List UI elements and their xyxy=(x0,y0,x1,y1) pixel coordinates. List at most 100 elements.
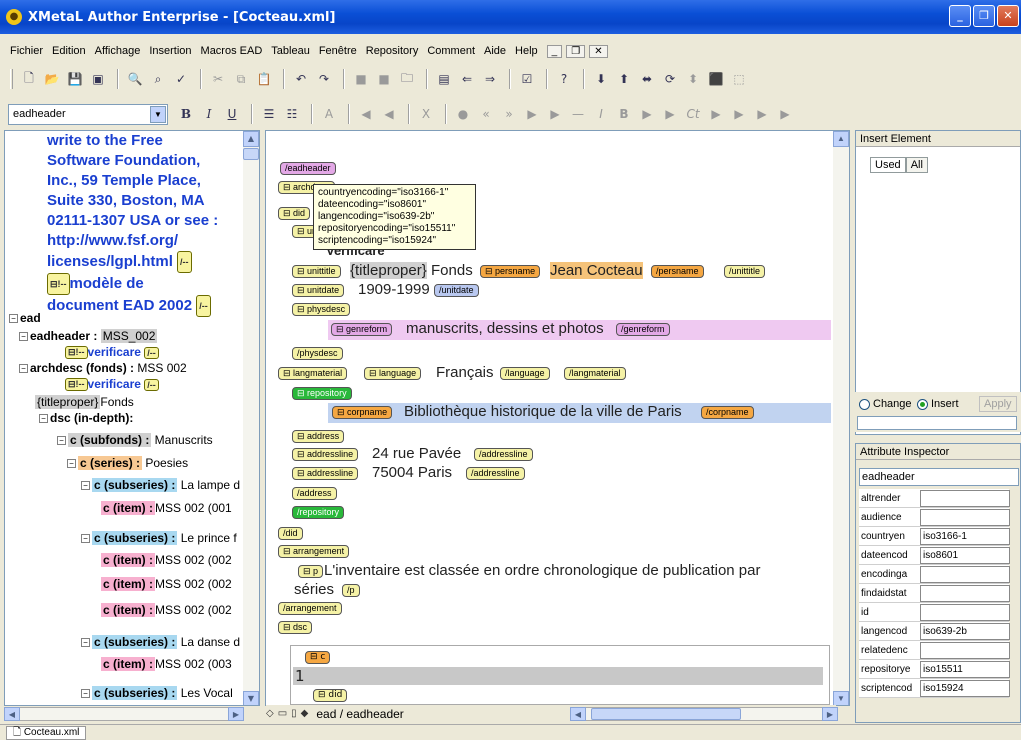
emph-italic-icon[interactable]: I xyxy=(591,104,611,124)
tree-node-eadheader[interactable]: − eadheader : MSS_002 xyxy=(19,329,158,343)
tag-unittitle[interactable]: ⊟ unittitle xyxy=(292,265,341,278)
numbered-list-icon[interactable]: ☰ xyxy=(259,104,279,124)
arrangement-text-1[interactable]: L'inventaire est classée en ordre chrono… xyxy=(324,562,760,579)
addressline-1-value[interactable]: 24 rue Pavée xyxy=(372,445,461,462)
copy-icon[interactable]: ⧉ xyxy=(231,69,251,89)
c-number[interactable]: 1 xyxy=(295,667,305,685)
repository-checkout-icon[interactable]: ⬆ xyxy=(614,69,634,89)
titleproper-text[interactable]: {titleproper} xyxy=(350,262,427,279)
attr-row-encodinganalog[interactable]: encodinga xyxy=(859,565,1010,584)
dash-icon[interactable]: — xyxy=(568,104,588,124)
ead-arrow-icon-7[interactable]: ▶ xyxy=(752,104,772,124)
menu-help[interactable]: Help xyxy=(515,45,538,57)
repository-props-icon[interactable]: ⬚ xyxy=(729,69,749,89)
tag-genreform-end[interactable]: /genreform xyxy=(616,323,670,336)
subscript-icon[interactable]: X xyxy=(416,104,436,124)
tag-did-end[interactable]: /did xyxy=(278,527,303,540)
menu-affichage[interactable]: Affichage xyxy=(95,45,141,57)
document-tree-pane[interactable]: write to the Free Software Foundation, I… xyxy=(4,130,260,706)
tree-node-item-2[interactable]: c (item) : MSS 002 (002 xyxy=(101,553,232,567)
tag-repository-end[interactable]: /repository xyxy=(292,506,345,519)
bullet-list-icon[interactable]: ☷ xyxy=(282,104,302,124)
tag-persname-end[interactable]: /persname xyxy=(651,265,704,278)
save-icon[interactable]: 💾 xyxy=(65,69,85,89)
tag-repository[interactable]: ⊟ repository xyxy=(292,387,352,400)
scroll-left-icon[interactable]: ◀ xyxy=(4,707,20,721)
menu-edition[interactable]: Edition xyxy=(52,45,86,57)
menu-repository[interactable]: Repository xyxy=(366,45,419,57)
attr-row-altrender[interactable]: altrender xyxy=(859,489,1010,508)
tags-on-icon[interactable]: ■ xyxy=(351,69,371,89)
tree-node-series[interactable]: − c (series) : Poesies xyxy=(67,456,188,470)
menu-insertion[interactable]: Insertion xyxy=(149,45,191,57)
tag-genreform[interactable]: ⊟ genreform xyxy=(331,323,393,336)
fonds-text[interactable]: Fonds xyxy=(431,262,473,279)
tag-p-end[interactable]: /p xyxy=(342,584,360,597)
insert-ref-icon[interactable]: ◀ xyxy=(356,104,376,124)
doc-close-button[interactable]: ✕ xyxy=(589,44,608,58)
apply-button[interactable]: Apply xyxy=(979,396,1017,412)
tree-node-subfonds[interactable]: − c (subfonds) : Manuscrits xyxy=(57,433,213,447)
cut-icon[interactable]: ✂ xyxy=(208,69,228,89)
tree-node-subseries-4[interactable]: − c (subseries) : Les Vocal xyxy=(81,686,233,700)
minimize-button[interactable]: _ xyxy=(949,5,971,27)
scroll-down-icon[interactable]: ▼ xyxy=(243,691,259,705)
normal-view-icon[interactable]: ■ xyxy=(374,69,394,89)
open-icon[interactable]: 📂 xyxy=(42,69,62,89)
tree-node-subseries-3[interactable]: − c (subseries) : La danse d xyxy=(81,635,240,649)
tag-corpname-end[interactable]: /corpname xyxy=(701,406,754,419)
repository-getcopy-icon[interactable]: ⬌ xyxy=(637,69,657,89)
tag-eadheader-end[interactable]: /eadheader xyxy=(280,162,336,175)
scroll-right-icon[interactable]: ▶ xyxy=(228,707,244,721)
arrangement-text-2[interactable]: séries xyxy=(294,581,334,598)
redo-icon[interactable]: ↷ xyxy=(314,69,334,89)
remove-ref-icon[interactable]: ◀ xyxy=(379,104,399,124)
persname-value[interactable]: Jean Cocteau xyxy=(550,262,643,279)
tag-c[interactable]: ⊟ c xyxy=(305,651,331,664)
tag-address-end[interactable]: /address xyxy=(292,487,337,500)
tag-address[interactable]: ⊟ address xyxy=(292,430,345,443)
repository-undo-icon[interactable]: ⬍ xyxy=(683,69,703,89)
ead-arrow-icon-1[interactable]: ▶ xyxy=(522,104,542,124)
ead-arrow-icon-2[interactable]: ▶ xyxy=(545,104,565,124)
tag-unitdate[interactable]: ⊟ unitdate xyxy=(292,284,345,297)
ead-arrow-icon-4[interactable]: ▶ xyxy=(660,104,680,124)
tag-langmaterial-end[interactable]: /langmaterial xyxy=(564,367,626,380)
citation-icon[interactable]: Ct xyxy=(683,104,703,124)
attribute-element-select[interactable]: eadheader xyxy=(859,468,1019,486)
close-button[interactable]: ✕ xyxy=(997,5,1019,27)
menu-comment[interactable]: Comment xyxy=(427,45,475,57)
underline-icon[interactable]: U xyxy=(222,104,242,124)
addressline-2-value[interactable]: 75004 Paris xyxy=(372,464,452,481)
menu-fenetre[interactable]: Fenêtre xyxy=(319,45,357,57)
back-icon[interactable]: ⇐ xyxy=(457,69,477,89)
tag-unitdate-end[interactable]: /unitdate xyxy=(434,284,479,297)
tree-node-item-1[interactable]: c (item) : MSS 002 (001 xyxy=(101,501,232,515)
tag-persname[interactable]: ⊟ persname xyxy=(480,265,541,278)
unitdate-value[interactable]: 1909-1999 xyxy=(358,281,430,298)
tree-node-subseries-2[interactable]: − c (subseries) : Le prince f xyxy=(81,531,237,545)
repository-checkin-icon[interactable]: ⬇ xyxy=(591,69,611,89)
change-radio[interactable]: Change xyxy=(859,398,912,410)
tag-addressline-2[interactable]: ⊟ addressline xyxy=(292,467,359,480)
tag-dsc[interactable]: ⊟ dsc xyxy=(278,621,313,634)
bold-icon[interactable]: B xyxy=(176,104,196,124)
link-icon[interactable]: A xyxy=(319,104,339,124)
repository-refresh-icon[interactable]: ⟳ xyxy=(660,69,680,89)
tags-view-icon[interactable]: ◇ xyxy=(266,708,274,719)
emph-bold-icon[interactable]: B xyxy=(614,104,634,124)
ead-arrow-icon-5[interactable]: ▶ xyxy=(706,104,726,124)
attr-row-repositoryencoding[interactable]: repositorye iso15511 xyxy=(859,660,1010,679)
element-select[interactable]: eadheader ▼ xyxy=(8,103,168,125)
quote-close-icon[interactable]: » xyxy=(499,104,519,124)
tag-language-end[interactable]: /language xyxy=(500,367,550,380)
save-all-icon[interactable]: ▣ xyxy=(88,69,108,89)
tag-langmaterial[interactable]: ⊟ langmaterial xyxy=(278,367,348,380)
help-icon[interactable]: ? xyxy=(554,69,574,89)
corpname-value[interactable]: Bibliothèque historique de la ville de P… xyxy=(404,403,682,420)
ead-arrow-icon-3[interactable]: ▶ xyxy=(637,104,657,124)
doc-restore-button[interactable]: ❐ xyxy=(566,44,586,58)
attr-row-relatedencoding[interactable]: relatedenc xyxy=(859,641,1010,660)
spellcheck-icon[interactable]: ✓ xyxy=(171,69,191,89)
scroll-right-icon[interactable]: ▶ xyxy=(822,707,838,721)
